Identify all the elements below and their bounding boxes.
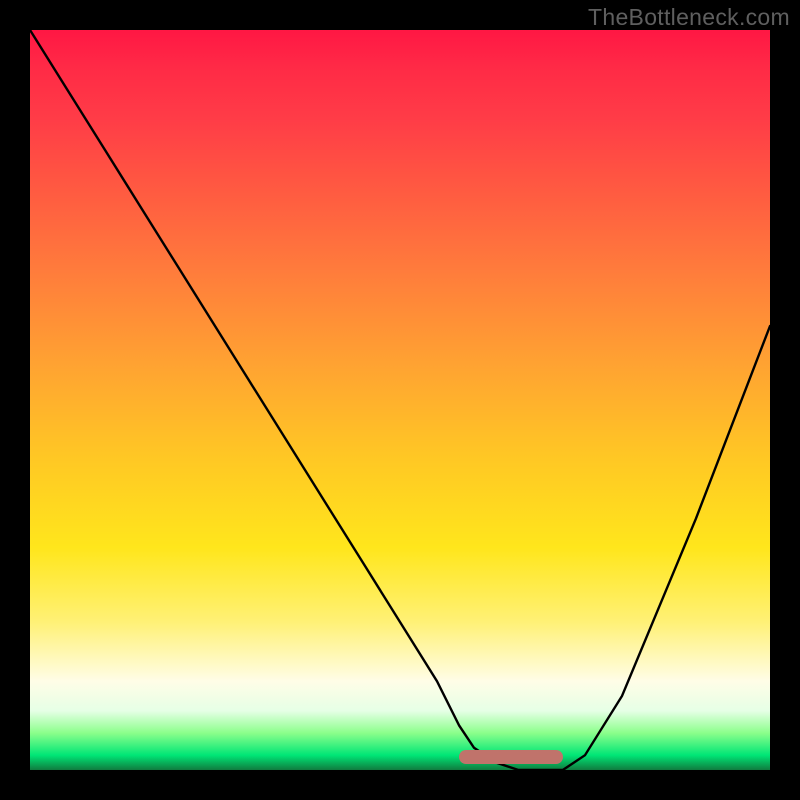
watermark-text: TheBottleneck.com (588, 4, 790, 31)
chart-frame: TheBottleneck.com (0, 0, 800, 800)
plot-area (30, 30, 770, 770)
bottleneck-curve (30, 30, 770, 770)
curve-svg (30, 30, 770, 770)
optimum-marker (459, 750, 563, 764)
